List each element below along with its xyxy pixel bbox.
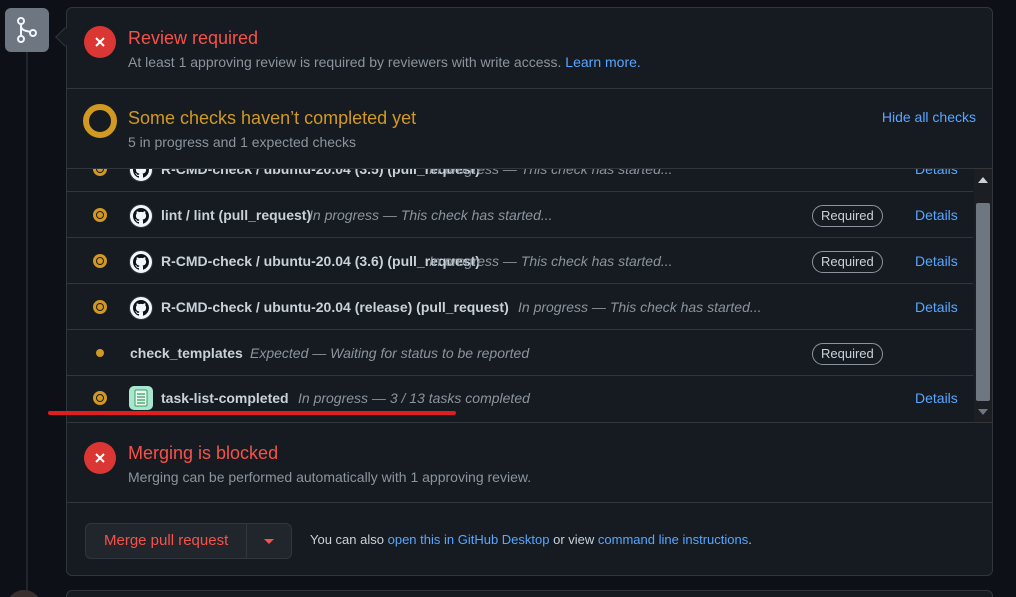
review-required-subtitle: At least 1 approving review is required … [128, 54, 641, 70]
hide-all-checks-link[interactable]: Hide all checks [882, 109, 976, 125]
required-badge: Required [812, 343, 883, 365]
merging-blocked-section: Merging is blocked Merging can be perfor… [67, 423, 992, 503]
timeline-line [26, 52, 28, 597]
check-row: R-CMD-check / ubuntu-20.04 (3.5) (pull_r… [67, 169, 973, 192]
check-description: In progress — 3 / 13 tasks completed [298, 390, 530, 406]
checks-summary-title: Some checks haven’t completed yet [128, 108, 417, 128]
check-row: lint / lint (pull_request) In progress — … [67, 192, 973, 238]
in-progress-dot-icon [93, 254, 107, 268]
required-badge: Required [812, 251, 883, 273]
details-link[interactable]: Details [915, 390, 958, 406]
scroll-thumb[interactable] [976, 203, 990, 401]
check-description: In progress — This check has started... [429, 253, 673, 269]
github-icon [129, 296, 153, 320]
review-required-title: Review required [128, 28, 259, 48]
review-required-text: At least 1 approving review is required … [128, 54, 562, 70]
github-icon [129, 169, 153, 182]
in-progress-dot-icon [93, 391, 107, 405]
learn-more-link[interactable]: Learn more. [565, 54, 640, 70]
check-description: Expected — Waiting for status to be repo… [250, 345, 530, 361]
merge-options-dropdown[interactable] [247, 524, 291, 558]
check-row: R-CMD-check / ubuntu-20.04 (release) (pu… [67, 284, 973, 330]
merge-pull-request-button[interactable]: Merge pull request [86, 524, 248, 558]
in-progress-dot-icon [93, 208, 107, 222]
merge-button-group: Merge pull request [85, 523, 293, 559]
check-name: check_templates [130, 345, 243, 361]
highlight-underline [48, 411, 456, 415]
expected-dot-icon [96, 349, 104, 357]
merge-alternatives-note: You can also open this in GitHub Desktop… [310, 532, 752, 547]
checks-summary-section: Some checks haven’t completed yet 5 in p… [67, 89, 992, 169]
github-icon [129, 204, 153, 228]
checks-scrollbar[interactable] [974, 169, 992, 422]
details-link[interactable]: Details [915, 253, 958, 269]
scroll-down-arrow-icon[interactable] [978, 409, 988, 415]
note-mid: or view [553, 532, 595, 547]
x-circle-icon [84, 26, 116, 58]
details-link[interactable]: Details [915, 169, 958, 177]
git-merge-icon [5, 8, 49, 52]
open-in-desktop-link[interactable]: open this in GitHub Desktop [388, 532, 550, 547]
merging-blocked-title: Merging is blocked [128, 443, 279, 463]
check-name: R-CMD-check / ubuntu-20.04 (release) (pu… [161, 299, 509, 315]
avatar [6, 590, 42, 597]
required-badge: Required [812, 205, 883, 227]
check-name: task-list-completed [161, 390, 289, 406]
chevron-down-icon [264, 538, 275, 544]
checks-list[interactable]: R-CMD-check / ubuntu-20.04 (3.5) (pull_r… [67, 169, 992, 423]
checks-summary-subtitle: 5 in progress and 1 expected checks [128, 134, 357, 150]
note-prefix: You can also [310, 532, 384, 547]
check-row: R-CMD-check / ubuntu-20.04 (3.6) (pull_r… [67, 238, 973, 284]
in-progress-dot-icon [93, 169, 107, 176]
details-link[interactable]: Details [915, 207, 958, 223]
scroll-up-arrow-icon[interactable] [978, 177, 988, 183]
pending-donut-icon [83, 104, 117, 138]
in-progress-dot-icon [93, 300, 107, 314]
github-icon [129, 250, 153, 274]
details-link[interactable]: Details [915, 299, 958, 315]
x-circle-icon [84, 442, 116, 474]
check-name: lint / lint (pull_request) [161, 207, 312, 223]
next-panel [66, 590, 993, 597]
review-required-section: Review required At least 1 approving rev… [67, 8, 992, 89]
merge-status-panel: Review required At least 1 approving rev… [66, 7, 993, 576]
command-line-instructions-link[interactable]: command line instructions [598, 532, 748, 547]
check-description: In progress — This check has started... [518, 299, 762, 315]
check-description: In progress — This check has started... [309, 207, 553, 223]
check-row: check_templates Expected — Waiting for st… [67, 330, 973, 376]
task-list-icon [129, 386, 153, 410]
check-description: In progress — This check has started... [429, 169, 673, 177]
merging-blocked-subtitle: Merging can be performed automatically w… [128, 469, 532, 485]
note-suffix: . [748, 532, 752, 547]
